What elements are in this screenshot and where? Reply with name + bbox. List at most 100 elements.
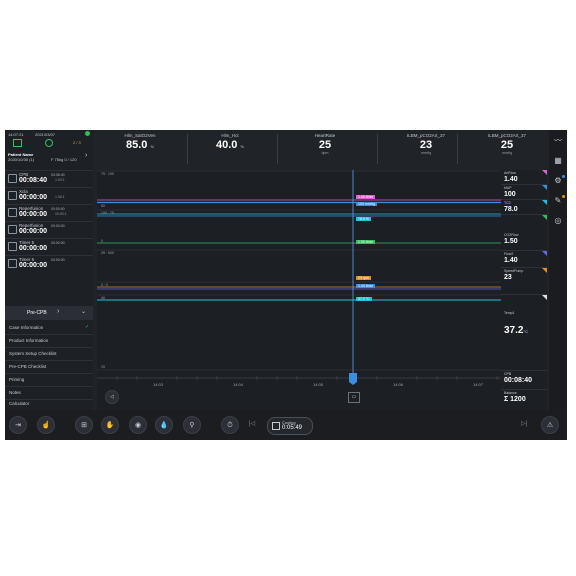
rparam-cpb-timer[interactable]: CPB 00:08:40 <box>501 371 547 390</box>
event-button[interactable]: ▭ <box>348 392 360 403</box>
alarm-count[interactable]: 2 / 3 <box>73 140 81 145</box>
marker-speedpump: 23 rpm <box>356 276 371 280</box>
network-icon[interactable] <box>13 139 22 147</box>
menu-item-label: Priming <box>9 377 25 382</box>
divider <box>377 134 378 164</box>
hand-button[interactable]: ✋ <box>101 416 119 434</box>
color-tag <box>542 215 547 220</box>
chevron-right-icon[interactable]: › <box>57 308 59 315</box>
time-tick: 14:04 <box>233 382 244 387</box>
trace-label: 75 · 100 <box>101 172 114 176</box>
rparam-artflow[interactable]: ArtFlow 1.40 <box>501 170 547 185</box>
marker-flow2: 1.40 l/min <box>356 284 376 288</box>
rparam-name: CO2Flow <box>504 233 519 237</box>
timer-row[interactable]: Timer 5 00:00:00 00:00:00 <box>5 238 93 255</box>
rparam-value: 00:08:40 <box>504 377 533 384</box>
target-icon[interactable]: ◎ <box>553 216 563 226</box>
timer-row[interactable]: Xcla 00:00:00 1:06:1 <box>5 187 93 204</box>
patient-id: 2020/10/30 (1) <box>8 157 35 162</box>
skip-forward-icon[interactable]: ▷| <box>521 420 527 427</box>
cooling-timer[interactable]: Cooling 0:05:49 <box>267 417 313 435</box>
menu-item-precpb-checklist[interactable]: Pre-CPB Checklist <box>5 361 93 374</box>
color-tag <box>542 268 547 273</box>
param-unit: mmHg <box>420 151 432 155</box>
param-value: 25 <box>500 139 514 151</box>
rparam-co2flow[interactable]: CO2Flow 1.50 <box>501 215 547 251</box>
divider <box>187 134 188 164</box>
timer-value: 00:00:00 <box>19 194 48 201</box>
param-satO2ven[interactable]: Hlm_SatO2Ven 85.0 % <box>105 133 175 151</box>
param-name: HeartRate <box>314 133 336 138</box>
add-event-button[interactable]: ⊞ <box>75 416 93 434</box>
rparam-temp1[interactable]: Temp1 37.2°C <box>501 295 547 371</box>
pin-button[interactable]: ⚲ <box>183 416 201 434</box>
status-time: 14:07:21 <box>8 132 24 137</box>
pump-button[interactable]: ◉ <box>129 416 147 434</box>
menu-item-case-information[interactable]: Case Information ✓ <box>5 322 93 335</box>
timer-row[interactable]: Timer 6 00:00:00 00:00:00 <box>5 255 93 272</box>
menu-item-product-information[interactable]: Product Information <box>5 335 93 348</box>
chevron-right-icon[interactable]: › <box>85 152 87 159</box>
timer-button[interactable]: ⏱ <box>221 416 239 434</box>
rparam-tc2[interactable]: TC2 78.0 <box>501 200 547 215</box>
rparam-flow2[interactable]: Flow2 1.40 <box>501 251 547 268</box>
check-icon: ✓ <box>85 324 90 330</box>
timer-row[interactable]: Reperfusion 00:00:00 00:00:00 <box>5 221 93 238</box>
menu-item-priming[interactable]: Priming <box>5 374 93 387</box>
timer-icon <box>8 259 17 268</box>
timer-row[interactable]: CPB 00:08:40 00:08:40 1:00:1 <box>5 170 93 187</box>
timer-icon <box>8 225 17 234</box>
rewind-button[interactable]: ◁ <box>105 390 119 404</box>
rparam-balance[interactable]: Balance Σ 1200 <box>501 390 547 410</box>
trace-label: 40 <box>101 296 105 300</box>
status-date: 2021/03/07 <box>35 132 56 137</box>
app-screen: 14:07:21 2021/03/07 2 / 3 Patient Name 2… <box>5 130 567 440</box>
param-hct[interactable]: Hlm_Hct 40.0 % <box>195 133 265 151</box>
timer-side: 00:00:1 <box>55 212 67 216</box>
timer-value: 00:00:00 <box>19 262 48 269</box>
menu-item-label: Calculator <box>9 401 30 406</box>
param-heartrate[interactable]: HeartRate 25 bpm <box>285 133 365 155</box>
precpb-label: Pre-CPB <box>27 310 47 316</box>
bottom-toolbar: ⇥ ☝ ⊞ ✋ ◉ 💧 ⚲ ⏱ |◁ Cooling 0:05:49 ▷| ⚠ <box>5 410 567 440</box>
cooling-icon <box>272 422 280 430</box>
trace-label: 0 · 0 <box>101 283 109 287</box>
time-tick: 14:07 <box>473 382 484 387</box>
precpb-selector[interactable]: Pre-CPB › ⌄ <box>5 306 93 320</box>
menu-item-label: System Setup Checklist <box>9 351 57 356</box>
param-value: 85.0 % <box>125 139 155 151</box>
time-tick: 14:03 <box>153 382 164 387</box>
grid-icon[interactable]: ▦ <box>553 156 563 166</box>
rparam-map[interactable]: MAP 100 <box>501 185 547 200</box>
menu-item-system-setup-checklist[interactable]: System Setup Checklist <box>5 348 93 361</box>
cursor-handle[interactable] <box>349 373 357 385</box>
trend-chart[interactable]: 75 · 100 50 100 · 75 0 25 · 500 0 · 0 40… <box>97 170 501 410</box>
param-pco2art[interactable]: ILBM_pCO2Art_37 23 mmHg <box>385 133 467 155</box>
sidebar: 14:07:21 2021/03/07 2 / 3 Patient Name 2… <box>5 130 93 410</box>
trend-icon[interactable]: 〰 <box>553 136 563 146</box>
pointer-button[interactable]: ☝ <box>37 416 55 434</box>
param-name: ILBM_pCO2Art_37 <box>406 133 446 138</box>
exit-button[interactable]: ⇥ <box>9 416 27 434</box>
color-tag <box>542 251 547 256</box>
rparam-value: 78.0 <box>504 206 518 213</box>
param-name: ILBM_pCO2Art_37 <box>487 133 527 138</box>
timer-value: 00:08:40 <box>19 177 48 184</box>
right-parameter-panel: ArtFlow 1.40 MAP 100 TC2 78.0 CO2Flow 1.… <box>501 170 547 410</box>
wifi-icon[interactable] <box>45 139 53 147</box>
timer-row[interactable]: Reperfusion 00:00:00 00:00:00 00:00:1 <box>5 204 93 221</box>
time-tick: 14:06 <box>393 382 404 387</box>
chevron-down-icon[interactable]: ⌄ <box>81 308 86 315</box>
menu-item-calculator[interactable]: Calculator <box>5 398 93 410</box>
timer-value: 00:00:00 <box>19 245 48 252</box>
timer-side: 00:00:00 <box>51 224 65 228</box>
rparam-speedpump[interactable]: SpeedPump 23 <box>501 268 547 295</box>
param-value: 23 <box>419 139 433 151</box>
skip-back-icon[interactable]: |◁ <box>249 420 255 427</box>
alert-button[interactable]: ⚠ <box>541 416 559 434</box>
param-pco2art-2[interactable]: ILBM_pCO2Art_37 25 mmHg <box>467 133 547 155</box>
timer-icon <box>8 208 17 217</box>
rparam-name: TC2 <box>504 201 511 205</box>
drop-button[interactable]: 💧 <box>155 416 173 434</box>
menu-item-label: Product Information <box>9 338 49 343</box>
